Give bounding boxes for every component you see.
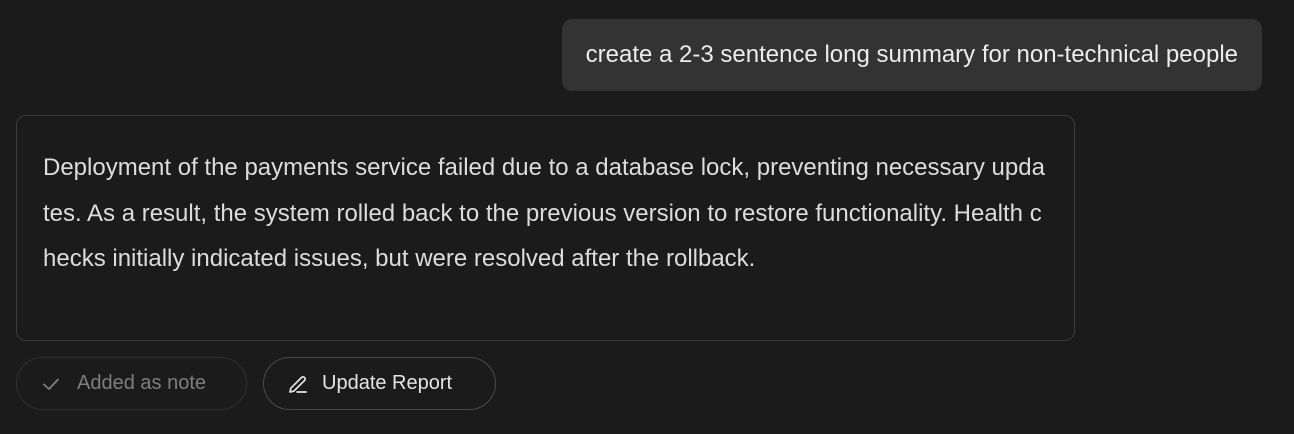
response-actions: Added as note Update Report [16,357,496,410]
user-message-text: create a 2-3 sentence long summary for n… [585,41,1238,68]
user-message-bubble: create a 2-3 sentence long summary for n… [561,19,1262,91]
chat-panel: create a 2-3 sentence long summary for n… [0,0,1294,434]
update-report-button[interactable]: Update Report [263,357,496,410]
assistant-response-text: Deployment of the payments service faile… [43,154,1045,272]
added-as-note-button[interactable]: Added as note [16,357,247,410]
check-icon [39,372,63,396]
assistant-response-card: Deployment of the payments service faile… [16,115,1075,341]
pencil-icon [286,372,310,396]
added-as-note-label: Added as note [77,372,206,394]
update-report-label: Update Report [322,372,453,394]
